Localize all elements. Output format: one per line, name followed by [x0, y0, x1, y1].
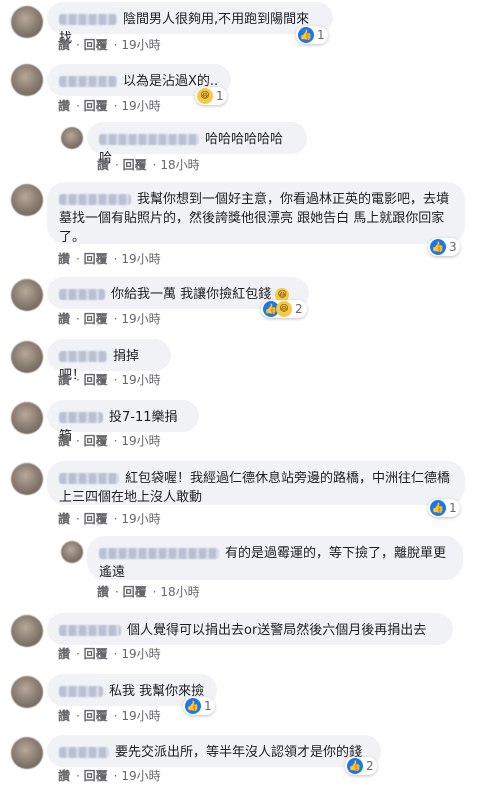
reply-link[interactable]: 回覆 — [84, 252, 108, 266]
like-link[interactable]: 讚 — [58, 252, 70, 266]
reaction-summary[interactable]: 👍 2 — [345, 757, 377, 775]
comment-time[interactable]: 19小時 — [121, 434, 160, 448]
like-reaction-icon: 👍 — [430, 500, 446, 516]
reply-link[interactable]: 回覆 — [84, 434, 108, 448]
comment-bubble: 個人覺得可以捐出去or送警局然後六個月後再捐出去 — [47, 613, 453, 645]
comment-actions: 讚 · 回覆 · 19小時 — [58, 38, 161, 52]
comment-actions: 讚 · 回覆 · 19小時 — [58, 99, 161, 113]
reply-link[interactable]: 回覆 — [84, 769, 108, 783]
comment-actions: 讚 · 回覆 · 19小時 — [58, 512, 161, 526]
like-link[interactable]: 讚 — [58, 769, 70, 783]
commenter-name[interactable] — [59, 14, 117, 25]
like-link[interactable]: 讚 — [58, 312, 70, 326]
commenter-name[interactable] — [59, 289, 105, 300]
comment-time[interactable]: 19小時 — [121, 373, 160, 387]
reaction-summary[interactable]: 👍 3 — [428, 238, 460, 256]
comment-time[interactable]: 19小時 — [121, 647, 160, 661]
like-reaction-icon: 👍 — [430, 239, 446, 255]
comment-bubble: 紅包袋喔！我經過仁德休息站旁邊的路橋，中洲往仁德橋上三四個在地上沒人敢動 — [47, 461, 465, 505]
comment-actions: 讚 · 回覆 · 19小時 — [58, 312, 161, 326]
comment-time[interactable]: 19小時 — [121, 312, 160, 326]
reply-actions: 讚 · 回覆 · 18小時 — [97, 585, 200, 599]
comment-bubble: 我幫你想到一個好主意，你看過林正英的電影吧，去墳墓找一個有貼照片的，然後誇獎他很… — [47, 182, 465, 245]
comment-text: 個人覺得可以捐出去or送警局然後六個月後再捐出去 — [127, 623, 427, 638]
comment-time[interactable]: 19小時 — [121, 99, 160, 113]
reply-link[interactable]: 回覆 — [84, 38, 108, 52]
avatar[interactable] — [61, 541, 83, 563]
commenter-name[interactable] — [59, 412, 103, 423]
avatar[interactable] — [11, 341, 43, 373]
avatar[interactable] — [11, 463, 43, 495]
reaction-summary[interactable]: 👍 😆 2 — [261, 300, 307, 318]
commenter-name[interactable] — [59, 686, 103, 697]
reaction-summary[interactable]: 👍 1 — [428, 499, 460, 517]
like-link[interactable]: 讚 — [58, 709, 70, 723]
reply-actions: 讚 · 回覆 · 18小時 — [97, 158, 200, 172]
comment-actions: 讚 · 回覆 · 19小時 — [58, 647, 161, 661]
haha-reaction-icon: 😆 — [197, 88, 213, 104]
avatar[interactable] — [11, 279, 43, 311]
comment-actions: 讚 · 回覆 · 19小時 — [58, 769, 161, 783]
like-link[interactable]: 讚 — [58, 512, 70, 526]
comment-text: 你給我一萬 我讓你撿紅包錢 — [111, 287, 272, 302]
reply-link[interactable]: 回覆 — [84, 709, 108, 723]
commenter-name[interactable] — [59, 194, 131, 205]
comment-bubble: 陰間男人很夠用,不用跑到陽間來找 — [47, 2, 333, 46]
avatar[interactable] — [11, 6, 43, 38]
avatar[interactable] — [11, 737, 43, 769]
reply-link[interactable]: 回覆 — [84, 312, 108, 326]
comment-time[interactable]: 19小時 — [121, 252, 160, 266]
reply-link[interactable]: 回覆 — [84, 373, 108, 387]
commenter-name[interactable] — [59, 473, 119, 484]
comment-actions: 讚 · 回覆 · 19小時 — [58, 373, 161, 387]
comment-actions: 讚 · 回覆 · 19小時 — [58, 434, 161, 448]
like-reaction-icon: 👍 — [298, 27, 314, 43]
reply-bubble: 哈哈哈哈哈哈哈 — [87, 122, 307, 166]
like-link[interactable]: 讚 — [97, 158, 109, 172]
comment-bubble: 要先交派出所，等半年沒人認領才是你的錢 — [47, 735, 381, 767]
reply-bubble: 有的是過霉運的，等下撿了，離脫單更遙遠 — [87, 536, 463, 580]
reply-link[interactable]: 回覆 — [84, 647, 108, 661]
like-reaction-icon: 👍 — [185, 698, 201, 714]
comment-bubble: 投7-11樂捐箱 — [47, 400, 199, 444]
like-link[interactable]: 讚 — [97, 585, 109, 599]
comment-actions: 讚 · 回覆 · 19小時 — [58, 252, 161, 266]
comment-text: 要先交派出所，等半年沒人認領才是你的錢 — [115, 745, 363, 760]
avatar[interactable] — [11, 64, 43, 96]
reaction-summary[interactable]: 👍 1 — [296, 26, 328, 44]
avatar[interactable] — [11, 402, 43, 434]
avatar[interactable] — [61, 127, 83, 149]
avatar[interactable] — [11, 615, 43, 647]
avatar[interactable] — [11, 676, 43, 708]
commenter-name[interactable] — [99, 134, 199, 145]
comment-time[interactable]: 18小時 — [160, 585, 199, 599]
commenter-name[interactable] — [59, 76, 117, 87]
commenter-name[interactable] — [59, 351, 107, 362]
commenter-name[interactable] — [59, 625, 121, 636]
like-link[interactable]: 讚 — [58, 99, 70, 113]
avatar[interactable] — [11, 184, 43, 216]
like-link[interactable]: 讚 — [58, 647, 70, 661]
like-link[interactable]: 讚 — [58, 434, 70, 448]
like-reaction-icon: 👍 — [347, 758, 363, 774]
comment-actions: 讚 · 回覆 · 19小時 — [58, 709, 161, 723]
comment-bubble: 捐掉吧！ — [47, 339, 171, 383]
comment-time[interactable]: 19小時 — [121, 38, 160, 52]
like-link[interactable]: 讚 — [58, 38, 70, 52]
reply-link[interactable]: 回覆 — [84, 99, 108, 113]
reaction-summary[interactable]: 👍 1 — [183, 697, 215, 715]
comment-time[interactable]: 19小時 — [121, 512, 160, 526]
reply-link[interactable]: 回覆 — [84, 512, 108, 526]
commenter-name[interactable] — [59, 747, 109, 758]
like-link[interactable]: 讚 — [58, 373, 70, 387]
comment-time[interactable]: 19小時 — [121, 769, 160, 783]
reply-link[interactable]: 回覆 — [123, 158, 147, 172]
comment-time[interactable]: 19小時 — [121, 709, 160, 723]
reaction-summary[interactable]: 😆 1 — [195, 87, 227, 105]
reply-link[interactable]: 回覆 — [123, 585, 147, 599]
comment-time[interactable]: 18小時 — [160, 158, 199, 172]
haha-reaction-icon: 😆 — [276, 301, 292, 317]
commenter-name[interactable] — [99, 548, 219, 559]
